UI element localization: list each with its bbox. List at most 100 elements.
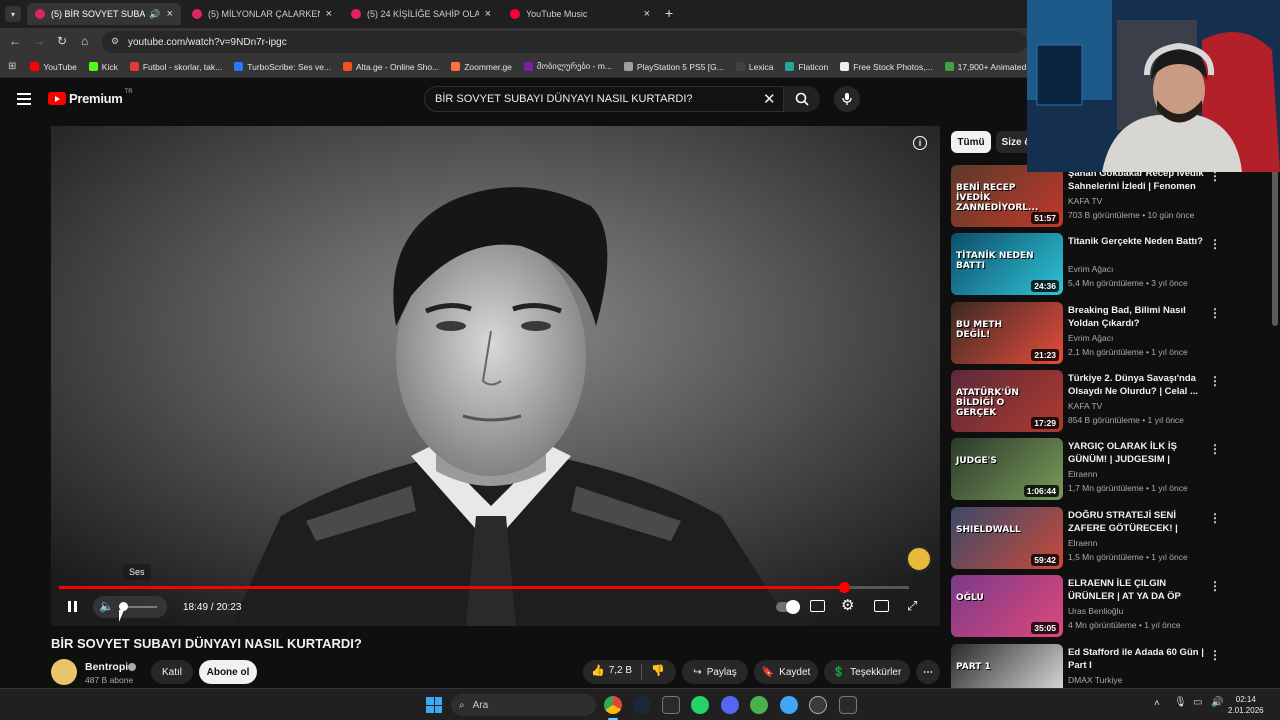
recommended-video[interactable]: SHIELDWALL 59:42 DOĞRU STRATEJİ SENİ ZAFER… — [951, 507, 1271, 569]
recommended-video-title[interactable]: Ed Stafford ile Adada 60 Gün | Part I — [1068, 646, 1206, 672]
reload-icon[interactable]: ↻ — [57, 34, 67, 48]
windows-start-icon[interactable] — [426, 697, 442, 713]
pause-icon[interactable] — [67, 600, 79, 614]
back-arrow-icon[interactable]: ← — [9, 34, 21, 48]
microphone-tray-icon[interactable]: 🎙 — [1174, 697, 1187, 708]
steam-icon[interactable] — [633, 696, 651, 714]
subscribe-button[interactable]: Abone ol — [199, 660, 257, 684]
speaker-icon[interactable]: 🔊 — [149, 9, 160, 20]
display-tray-icon[interactable]: ▭ — [1193, 697, 1202, 708]
bookmark-item[interactable]: მობილურები - m... — [523, 61, 612, 72]
more-options-icon[interactable]: ⋮ — [1209, 306, 1221, 320]
fullscreen-icon[interactable]: ⤢ — [907, 598, 917, 614]
menu-icon[interactable] — [17, 93, 31, 105]
info-icon[interactable]: i — [913, 136, 927, 150]
search-button[interactable] — [784, 86, 820, 112]
recommended-channel[interactable]: DMAX Turkiye — [1068, 675, 1122, 685]
progress-bar[interactable] — [59, 582, 909, 593]
address-bar[interactable]: ⚙ youtube.com/watch?v=9NDn7r-ipgc — [102, 31, 1027, 53]
recommended-channel[interactable]: Elraenn — [1068, 469, 1097, 479]
discord-icon[interactable] — [721, 696, 739, 714]
new-tab-icon[interactable]: + — [665, 5, 673, 21]
more-options-icon[interactable]: ⋮ — [1209, 579, 1221, 593]
tab-list-chevron-icon[interactable]: ▾ — [5, 6, 21, 22]
save-button[interactable]: 🔖 Kaydet — [754, 660, 818, 684]
video-thumbnail[interactable]: TİTANİK NEDEN BATTI 24:36 — [951, 233, 1063, 295]
browser-app-icon[interactable] — [780, 696, 798, 714]
whatsapp-icon[interactable] — [691, 696, 709, 714]
recommended-channel[interactable]: KAFA TV — [1068, 196, 1102, 206]
video-thumbnail[interactable]: BENİ RECEP İVEDİK ZANNEDİYORL... 51:57 — [951, 165, 1063, 227]
video-thumbnail[interactable]: BU METH DEĞİL! 21:23 — [951, 302, 1063, 364]
subtitles-icon[interactable] — [810, 600, 825, 612]
bookmark-item[interactable]: Flaticon — [785, 62, 828, 72]
apps-grid-icon[interactable]: ⊞ — [8, 61, 16, 72]
autoplay-toggle[interactable] — [776, 600, 800, 614]
more-options-icon[interactable]: ⋮ — [1209, 511, 1221, 525]
tray-chevron-icon[interactable]: ˄ — [1154, 698, 1160, 709]
taskbar-search[interactable]: ⌕ Ara — [451, 694, 596, 716]
chip-all[interactable]: Tümü — [951, 131, 991, 153]
bookmark-item[interactable]: Zoommer.ge — [451, 62, 512, 72]
bookmark-item[interactable]: 17,900+ Animated I... — [944, 62, 1038, 72]
settings-gear-icon[interactable]: ⚙ — [841, 596, 854, 614]
epic-launcher-icon[interactable] — [839, 696, 857, 714]
more-options-icon[interactable]: ⋮ — [1209, 648, 1221, 662]
thanks-button[interactable]: 💲 Teşekkürler — [824, 660, 910, 684]
recommended-video-title[interactable]: YARGIÇ OLARAK İLK İŞ GÜNÜM! | JUDGESIM |… — [1068, 440, 1206, 466]
bookmark-item[interactable]: Kick — [88, 62, 118, 72]
recommended-video[interactable]: BU METH DEĞİL! 21:23 Breaking Bad, Bilimi … — [951, 302, 1271, 364]
taskbar-clock[interactable]: 02:14 2.01.2026 — [1228, 694, 1264, 716]
bookmark-item[interactable]: Lexica — [735, 62, 773, 72]
browser-tab[interactable]: YouTube Music × — [502, 3, 658, 25]
dislike-button[interactable]: 👎 — [651, 664, 665, 677]
epic-games-icon[interactable] — [662, 696, 680, 714]
close-tab-icon[interactable]: × — [167, 8, 173, 20]
video-thumbnail[interactable]: OĞLU 35:05 — [951, 575, 1063, 637]
bookmark-item[interactable]: PlayStation 5 PS5 [G... — [623, 62, 724, 72]
voice-search-button[interactable] — [834, 86, 860, 112]
more-options-icon[interactable]: ⋮ — [1209, 374, 1221, 388]
browser-tab[interactable]: (5) 24 KİŞİLİĞE SAHİP OLAN AD × — [343, 3, 499, 25]
close-tab-icon[interactable]: × — [485, 8, 491, 20]
more-actions-button[interactable]: ⋯ — [916, 660, 940, 684]
close-tab-icon[interactable]: × — [326, 8, 332, 20]
share-button[interactable]: ↪ Paylaş — [682, 660, 748, 684]
volume-icon[interactable]: 🔈 — [99, 599, 114, 613]
browser-tab[interactable]: (5) MİLYONLAR ÇALARKEN VLO × — [184, 3, 340, 25]
volume-control[interactable]: 🔈 — [93, 596, 167, 618]
recommended-video-title[interactable]: Türkiye 2. Dünya Savaşı'nda Olsaydı Ne O… — [1068, 372, 1206, 398]
recommended-channel[interactable]: KAFA TV — [1068, 401, 1102, 411]
channel-name[interactable]: Bentropi — [85, 661, 128, 673]
video-thumbnail[interactable]: JUDGE'S 1:06:44 — [951, 438, 1063, 500]
video-thumbnail[interactable]: ATATÜRK'ÜN BİLDİĞİ O GERÇEK 17:29 — [951, 370, 1063, 432]
recommended-channel[interactable]: Evrim Ağacı — [1068, 264, 1113, 274]
miniplayer-icon[interactable] — [874, 600, 889, 612]
home-icon[interactable]: ⌂ — [81, 34, 88, 48]
chrome-icon[interactable] — [604, 696, 622, 714]
bookmark-item[interactable]: Free Stock Photos,... — [840, 62, 933, 72]
recommended-channel[interactable]: Elraenn — [1068, 538, 1097, 548]
recommended-video[interactable]: TİTANİK NEDEN BATTI 24:36 Titanik Gerçekte… — [951, 233, 1271, 295]
close-tab-icon[interactable]: × — [644, 8, 650, 20]
join-button[interactable]: Katıl — [151, 660, 193, 684]
recommended-video-title[interactable]: Breaking Bad, Bilimi Nasıl Yoldan Çıkard… — [1068, 304, 1206, 330]
volume-tray-icon[interactable]: 🔊 — [1211, 697, 1223, 708]
bookmark-item[interactable]: Futbol - skorlar, tak... — [129, 62, 222, 72]
site-info-icon[interactable]: ⚙ — [111, 36, 119, 47]
channel-avatar[interactable] — [51, 659, 77, 685]
recommended-channel[interactable]: Uras Benlioğlu — [1068, 606, 1123, 616]
recommended-video[interactable]: OĞLU 35:05 ELRAENN İLE ÇILGIN ÜRÜNLER | AT… — [951, 575, 1271, 637]
forward-arrow-icon[interactable]: → — [33, 34, 45, 48]
bookmark-item[interactable]: TurboScribe: Ses ve... — [234, 62, 331, 72]
video-thumbnail[interactable]: SHIELDWALL 59:42 — [951, 507, 1063, 569]
xbox-icon[interactable] — [750, 696, 768, 714]
game-app-icon[interactable] — [809, 696, 827, 714]
search-input[interactable]: BİR SOVYET SUBAYI DÜNYAYI NASIL KURTARDI… — [424, 86, 784, 112]
recommended-video-title[interactable]: ELRAENN İLE ÇILGIN ÜRÜNLER | AT YA DA ÖP — [1068, 577, 1206, 603]
recommended-channel[interactable]: Evrim Ağacı — [1068, 333, 1113, 343]
browser-tab-active[interactable]: (5) BİR SOVYET SUBAYI DÜN 🔊 × — [27, 3, 181, 25]
bookmark-item[interactable]: YouTube — [30, 62, 77, 72]
recommended-video[interactable]: BENİ RECEP İVEDİK ZANNEDİYORL... 51:57 Şah… — [951, 165, 1271, 227]
recommended-video-title[interactable]: Titanik Gerçekte Neden Battı? — [1068, 235, 1206, 248]
